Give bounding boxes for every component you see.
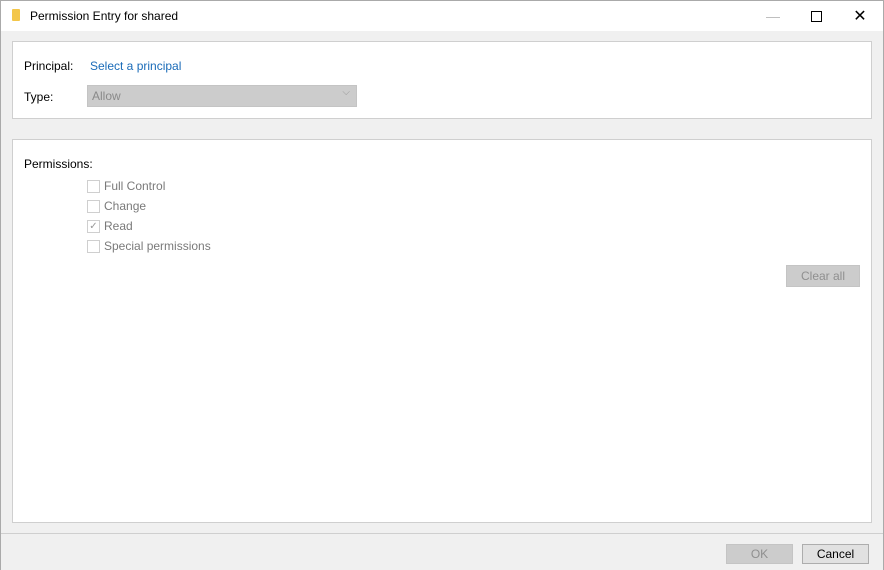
checkbox-box[interactable] [87,239,100,253]
checkbox-read[interactable]: ✓ Read [87,218,133,234]
permissions-panel: Permissions: Full Control Change ✓ Read … [12,139,872,523]
select-principal-link[interactable]: Select a principal [90,59,181,73]
type-select-value: Allow [92,89,121,103]
folder-icon [12,9,20,21]
checkbox-special-permissions[interactable]: Special permissions [87,238,211,254]
minimize-button[interactable]: — [751,1,795,31]
clear-all-button[interactable]: Clear all [786,265,860,287]
window-title: Permission Entry for shared [30,9,179,23]
title-bar: Permission Entry for shared — ✕ [1,1,883,31]
checkbox-label: Read [104,219,133,233]
minimize-icon: — [766,8,780,24]
cancel-button[interactable]: Cancel [802,544,869,564]
checkbox-change[interactable]: Change [87,198,146,214]
checkbox-box[interactable] [87,199,100,213]
checkbox-label: Special permissions [104,239,211,253]
maximize-button[interactable] [794,1,838,31]
close-icon: ✕ [853,8,867,25]
chevron-down-icon: ⌵ [342,87,350,98]
ok-button[interactable]: OK [726,544,793,564]
checkbox-label: Change [104,199,147,213]
permissions-label: Permissions: [24,157,93,171]
principal-label: Principal: [24,59,74,73]
maximize-icon [810,10,822,22]
principal-panel: Principal: Select a principal Type: Allo… [12,41,872,119]
close-button[interactable]: ✕ [838,1,882,31]
permission-entry-dialog: Permission Entry for shared — ✕ Principa… [0,0,884,570]
type-label: Type: [24,90,54,104]
checkbox-box[interactable]: ✓ [87,219,100,233]
checkbox-full-control[interactable]: Full Control [87,178,165,194]
checkbox-label: Full Control [104,179,166,193]
checkbox-box[interactable] [87,179,100,193]
dialog-footer: OK Cancel [1,533,883,570]
type-select[interactable]: Allow ⌵ [87,85,357,107]
